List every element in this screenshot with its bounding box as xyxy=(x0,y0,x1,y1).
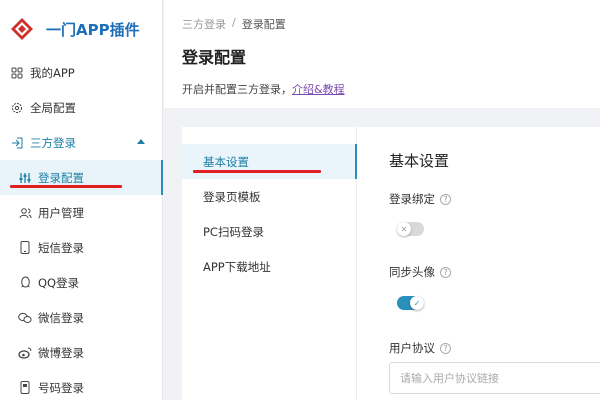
subnav-item-app-download[interactable]: APP下载地址 xyxy=(182,249,357,284)
sliders-icon xyxy=(18,171,32,185)
sidebar-item-label: 短信登录 xyxy=(38,240,84,255)
settings-subnav: 基本设置 登录页模板 PC扫码登录 APP下载地址 xyxy=(182,127,357,400)
close-icon: ✕ xyxy=(397,222,411,236)
sidebar-item-wechat-login[interactable]: 微信登录 xyxy=(0,300,163,335)
sidebar-item-label: 我的APP xyxy=(30,65,75,80)
chevron-up-icon xyxy=(137,139,145,144)
logo-icon xyxy=(10,17,34,41)
sidebar: 一门APP插件 我的APP 全局配置 三方登录 登录配置 用户管理 短信登录 Q… xyxy=(0,0,163,400)
check-icon: ✓ xyxy=(410,296,424,310)
breadcrumb-separator: / xyxy=(232,16,236,29)
breadcrumb-parent[interactable]: 三方登录 xyxy=(182,16,226,32)
sidebar-item-number-login[interactable]: 号码登录 xyxy=(0,370,163,400)
sidebar-item-label: 用户管理 xyxy=(38,205,84,220)
user-agreement-label: 用户协议 ? xyxy=(389,340,451,356)
gear-icon xyxy=(10,101,24,115)
sidebar-item-qq-login[interactable]: QQ登录 xyxy=(0,265,163,300)
sidebar-item-label: 登录配置 xyxy=(38,170,84,185)
sync-avatar-label: 同步头像 ? xyxy=(389,264,451,280)
subnav-item-login-template[interactable]: 登录页模板 xyxy=(182,179,357,214)
page-title: 登录配置 xyxy=(182,48,247,67)
sidebar-item-label: QQ登录 xyxy=(38,275,80,290)
grid-icon xyxy=(10,66,24,80)
sidebar-item-weibo-login[interactable]: 微博登录 xyxy=(0,335,163,370)
subnav-item-pc-qr-login[interactable]: PC扫码登录 xyxy=(182,214,357,249)
page-description: 开启并配置三方登录，介绍&教程 xyxy=(182,81,345,97)
app-logo[interactable]: 一门APP插件 xyxy=(0,0,163,58)
app-title: 一门APP插件 xyxy=(46,20,140,39)
basic-settings-form: 基本设置 登录绑定 ? ✕ 同步头像 ? ✓ 用户协议 ? xyxy=(389,127,600,400)
description-text: 开启并配置三方登录， xyxy=(182,83,292,96)
wechat-icon xyxy=(18,311,32,325)
annotation-underline xyxy=(10,185,122,188)
section-title: 基本设置 xyxy=(389,152,450,170)
sidebar-item-label: 号码登录 xyxy=(38,380,84,395)
sidebar-item-third-party-login[interactable]: 三方登录 xyxy=(0,125,163,160)
help-icon[interactable]: ? xyxy=(440,342,451,354)
help-icon[interactable]: ? xyxy=(440,193,451,205)
login-binding-toggle[interactable]: ✕ xyxy=(397,222,424,236)
user-agreement-input[interactable] xyxy=(389,362,600,394)
sync-avatar-toggle[interactable]: ✓ xyxy=(397,296,424,310)
field-label-text: 同步头像 xyxy=(389,265,435,279)
field-label-text: 登录绑定 xyxy=(389,192,435,206)
mobile-icon xyxy=(18,381,32,395)
annotation-underline xyxy=(193,170,321,173)
breadcrumb: 三方登录 / 登录配置 xyxy=(182,16,286,32)
sidebar-item-my-app[interactable]: 我的APP xyxy=(0,55,163,90)
breadcrumb-current: 登录配置 xyxy=(241,18,286,31)
sidebar-item-user-management[interactable]: 用户管理 xyxy=(0,195,163,230)
sidebar-item-label: 微信登录 xyxy=(38,310,84,325)
login-binding-label: 登录绑定 ? xyxy=(389,191,451,207)
field-label-text: 用户协议 xyxy=(389,341,435,355)
help-icon[interactable]: ? xyxy=(440,266,451,278)
sidebar-item-login-config[interactable]: 登录配置 xyxy=(0,160,163,195)
users-icon xyxy=(18,206,32,220)
sidebar-item-label: 微博登录 xyxy=(38,345,84,360)
sidebar-item-label: 全局配置 xyxy=(30,100,76,115)
weibo-icon xyxy=(18,346,32,360)
qq-icon xyxy=(18,276,32,290)
subnav-item-basic-settings[interactable]: 基本设置 xyxy=(182,144,357,179)
tutorial-link[interactable]: 介绍&教程 xyxy=(292,83,345,96)
phone-icon xyxy=(18,241,32,255)
sidebar-item-sms-login[interactable]: 短信登录 xyxy=(0,230,163,265)
sidebar-item-label: 三方登录 xyxy=(30,135,76,150)
config-panel: 基本设置 登录页模板 PC扫码登录 APP下载地址 基本设置 登录绑定 ? ✕ … xyxy=(182,127,600,400)
page-header: 三方登录 / 登录配置 登录配置 开启并配置三方登录，介绍&教程 xyxy=(164,0,600,108)
login-icon xyxy=(10,136,24,150)
sidebar-item-global-config[interactable]: 全局配置 xyxy=(0,90,163,125)
